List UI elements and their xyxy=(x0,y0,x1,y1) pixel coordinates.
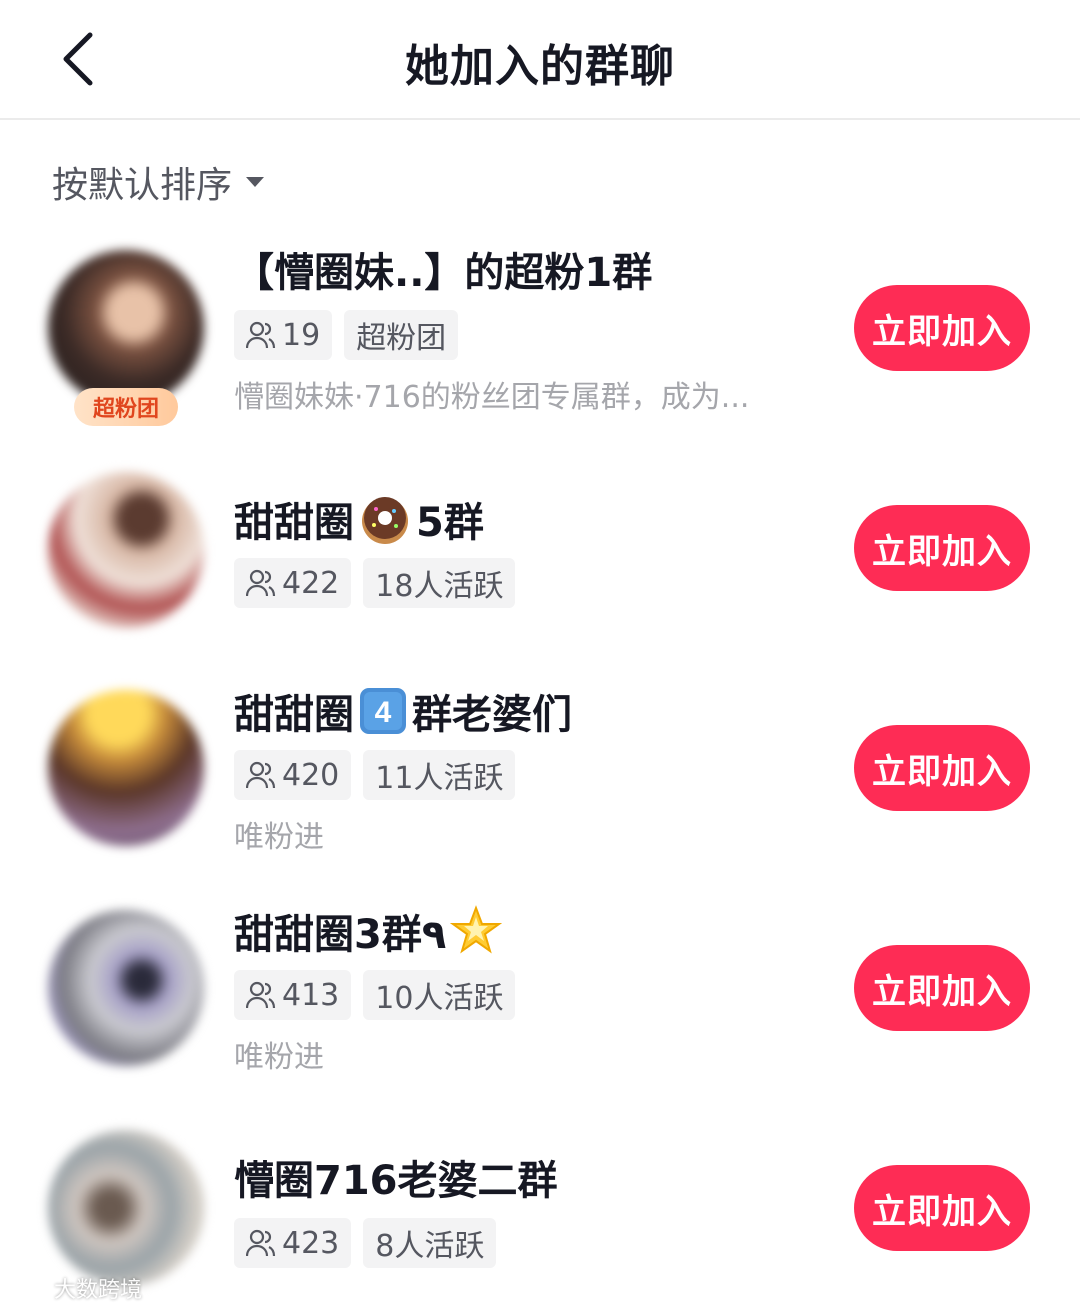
group-name: 懵圈716老婆二群 xyxy=(234,1158,558,1204)
group-name: 【懵圈妹..】的超粉1群 xyxy=(234,250,653,296)
member-count-tag: 420 xyxy=(234,750,352,800)
active-count-tag: 11人活跃 xyxy=(363,750,516,800)
join-button[interactable]: 立即加入 xyxy=(854,945,1030,1031)
members-icon xyxy=(246,981,276,1009)
group-name: 甜甜圈 4 群老婆们 xyxy=(234,682,572,740)
member-count-tag: 19 xyxy=(234,310,333,360)
watermark-text: 大数跨境 xyxy=(54,1278,143,1303)
active-count-tag: 10人活跃 xyxy=(363,970,516,1020)
top-bar: 她加入的群聊 xyxy=(0,0,1080,120)
group-description: 唯粉进 xyxy=(234,1040,324,1075)
join-button[interactable]: 立即加入 xyxy=(854,505,1030,591)
group-avatar: 超粉团 xyxy=(48,250,204,426)
member-count-tag: 422 xyxy=(234,558,352,608)
group-avatar xyxy=(48,472,204,628)
member-count-tag: 413 xyxy=(234,970,352,1020)
page-title: 她加入的群聊 xyxy=(405,41,675,92)
group-description: 懵圈妹妹·716的粉丝团专属群，成为... xyxy=(234,380,750,415)
donut-emoji xyxy=(358,492,412,546)
sort-dropdown[interactable]: 按默认排序 xyxy=(52,158,265,206)
watermark-logo-icon xyxy=(8,1278,48,1298)
svg-text:4: 4 xyxy=(375,696,392,729)
group-avatar xyxy=(48,1130,204,1286)
watermark: 大数跨境 xyxy=(8,1272,142,1304)
active-count-tag: 8人活跃 xyxy=(363,1218,497,1268)
join-button[interactable]: 立即加入 xyxy=(854,285,1030,371)
group-name: 甜甜圈3群٩ xyxy=(234,902,506,960)
sort-label: 按默认排序 xyxy=(52,165,233,206)
members-icon xyxy=(246,321,276,349)
join-button[interactable]: 立即加入 xyxy=(854,725,1030,811)
group-name: 甜甜圈 5群 xyxy=(234,490,484,548)
caret-down-icon xyxy=(246,177,265,187)
glowing-star-emoji xyxy=(450,905,503,957)
members-icon xyxy=(246,569,276,597)
members-icon xyxy=(246,761,276,789)
member-count-tag: 423 xyxy=(234,1218,352,1268)
group-description: 唯粉进 xyxy=(234,820,324,855)
group-avatar xyxy=(48,690,204,846)
active-count-tag: 18人活跃 xyxy=(363,558,516,608)
group-tag: 超粉团 xyxy=(344,310,459,360)
members-icon xyxy=(246,1229,276,1257)
super-fan-badge: 超粉团 xyxy=(74,388,178,426)
join-button[interactable]: 立即加入 xyxy=(854,1165,1030,1251)
keycap-4-emoji: 4 xyxy=(358,686,408,736)
group-avatar xyxy=(48,910,204,1066)
